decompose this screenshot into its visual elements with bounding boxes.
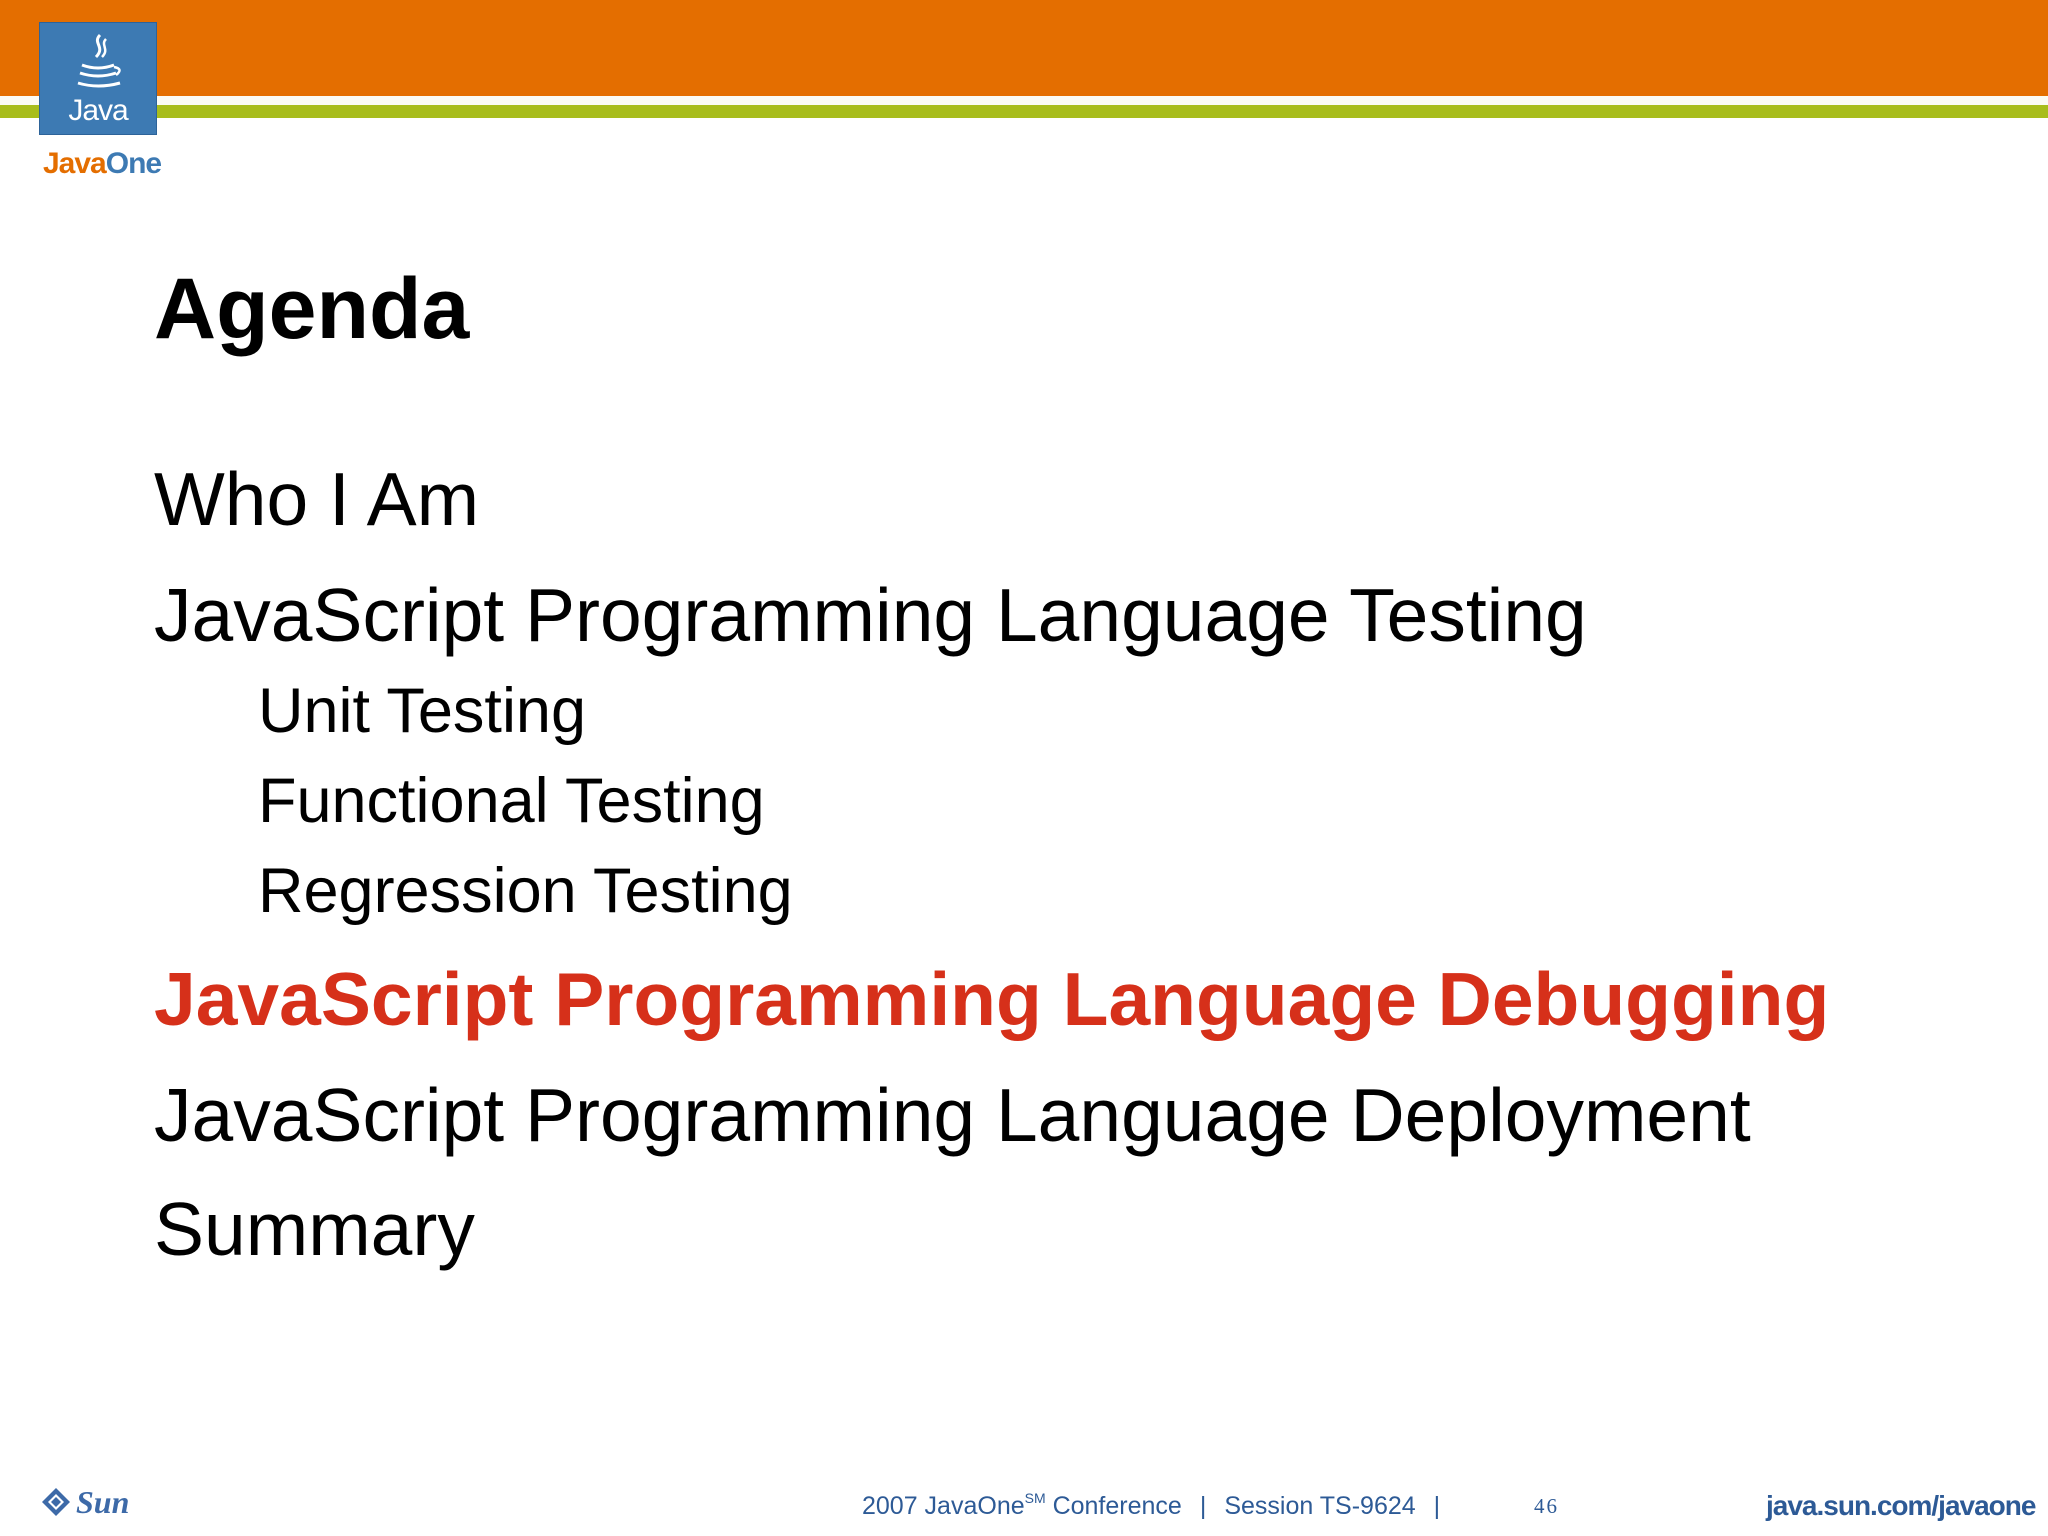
header-orange-band xyxy=(0,0,2048,96)
brand-one: One xyxy=(105,147,162,180)
agenda-item-deployment: JavaScript Programming Language Deployme… xyxy=(154,1073,1751,1157)
sun-logo-text: Sun xyxy=(76,1484,130,1520)
java-logo: Java xyxy=(39,22,157,135)
footer-service-mark: SM xyxy=(1024,1490,1046,1506)
footer-session: Session TS-9624 xyxy=(1224,1492,1416,1520)
footer-conference-name: 2007 JavaOne xyxy=(862,1492,1025,1520)
footer-conference-suffix: Conference xyxy=(1045,1492,1182,1520)
footer-separator-1: | xyxy=(1199,1492,1207,1520)
agenda-subitem-unit-testing: Unit Testing xyxy=(258,676,587,746)
agenda-item-who-i-am: Who I Am xyxy=(154,457,480,541)
header-separator xyxy=(0,96,2048,105)
javaone-brand: JavaOne xyxy=(43,147,162,181)
agenda-item-testing: JavaScript Programming Language Testing xyxy=(154,573,1587,657)
agenda-subitem-functional-testing: Functional Testing xyxy=(258,766,765,836)
java-logo-text: Java xyxy=(68,94,128,127)
page-number: 46 xyxy=(1534,1494,1559,1518)
agenda-item-summary: Summary xyxy=(154,1187,475,1271)
brand-java: Java xyxy=(43,147,107,180)
footer-website-link[interactable]: java.sun.com/javaone xyxy=(1766,1490,2036,1522)
slide-title: Agenda xyxy=(154,261,470,357)
footer-conference: 2007 JavaOneSM Conference | Session TS-962… xyxy=(862,1490,1458,1521)
agenda-item-debugging-current: JavaScript Programming Language Debuggin… xyxy=(154,957,1830,1041)
footer-separator-2: | xyxy=(1433,1492,1441,1520)
agenda-subitem-regression-testing: Regression Testing xyxy=(258,856,793,926)
header-green-band xyxy=(0,105,2048,118)
java-cup-icon xyxy=(77,33,121,88)
